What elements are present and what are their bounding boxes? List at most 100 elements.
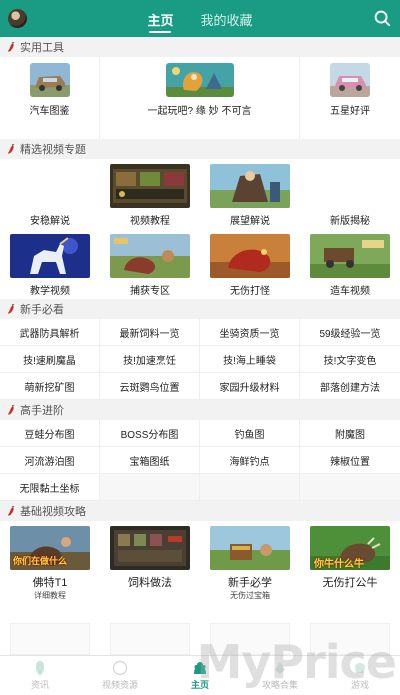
video-label: 无伤打公牛 — [322, 577, 378, 589]
guide-link[interactable]: 钓鱼图 — [200, 420, 300, 447]
nav-label: 视频资源 — [101, 680, 138, 690]
video-thumbnail — [110, 526, 190, 570]
video-sublabel: 详细教程 — [34, 591, 66, 600]
guide-link[interactable]: 家园升级材料 — [200, 373, 300, 400]
guide-link[interactable]: 最新饲料一览 — [100, 319, 200, 346]
video-thumbnail — [110, 234, 190, 278]
header-tabs: 主页 我的收藏 — [0, 0, 400, 37]
main-content[interactable]: 实用工具 汽车图鉴 一起玩吧? 缘 妙 不可言 五星好评 精选视频专题 安稳解说… — [0, 37, 400, 655]
video-label: 造车视频 — [330, 286, 370, 297]
placeholder-cell — [200, 619, 300, 655]
tool-play-together[interactable]: 一起玩吧? 缘 妙 不可言 — [100, 57, 300, 139]
guide-link[interactable]: 坐骑资质一览 — [200, 319, 300, 346]
guide-link[interactable]: 技!加速烹饪 — [100, 346, 200, 373]
video-item[interactable]: 你们在做什么 佛特T1 详细教程 — [0, 521, 100, 619]
guide-link[interactable]: 河流游泊图 — [0, 447, 100, 474]
empty-cell — [100, 474, 200, 501]
placeholder-cell — [300, 619, 400, 655]
game-icon — [355, 663, 365, 673]
section-title-text: 精选视频专题 — [20, 144, 86, 156]
guide-link[interactable]: 技!速刷魔晶 — [0, 346, 100, 373]
nav-item-guides[interactable]: 攻略合集 — [240, 656, 320, 695]
guide-link[interactable]: 无限黏土坐标 — [0, 474, 100, 501]
guide-link[interactable]: 豆蛙分布图 — [0, 420, 100, 447]
featured-video-grid: 安稳解说 视频教程 展望解说 新版揭秘 教学视频 捕获专区 无伤打怪 造车视频 — [0, 159, 400, 299]
video-label: 展望解说 — [230, 216, 270, 227]
guide-link[interactable]: 海鲜钓点 — [200, 447, 300, 474]
video-thumbnail — [310, 234, 390, 278]
placeholder-cell — [100, 619, 200, 655]
video-label: 教学视频 — [30, 286, 70, 297]
guide-link[interactable]: BOSS分布图 — [100, 420, 200, 447]
nav-label: 游戏 — [350, 680, 369, 690]
nav-item-news[interactable]: 资讯 — [0, 656, 80, 695]
video-label: 视频教程 — [130, 216, 170, 227]
search-icon[interactable] — [374, 10, 391, 27]
novice-link-grid: 武器防具解析 最新饲料一览 坐骑资质一览 59级经验一览 技!速刷魔晶 技!加速… — [0, 319, 400, 400]
guide-link[interactable]: 技!海上睡袋 — [200, 346, 300, 373]
video-item[interactable]: 无伤打怪 — [200, 229, 300, 299]
bottom-nav: 资讯 视频资源 主页 攻略合集 游戏 — [0, 655, 400, 695]
video-thumbnail: 你们在做什么 — [10, 526, 90, 570]
nav-item-home[interactable]: 主页 — [160, 656, 240, 695]
nav-item-video[interactable]: 视频资源 — [80, 656, 160, 695]
chili-pepper-icon — [8, 143, 15, 154]
video-item[interactable]: 新版揭秘 — [300, 159, 400, 229]
top-bar: 主页 我的收藏 — [0, 0, 400, 37]
video-item[interactable]: 展望解说 — [200, 159, 300, 229]
video-thumbnail — [10, 234, 90, 278]
tool-five-star[interactable]: 五星好评 — [300, 57, 400, 139]
guide-link[interactable]: 技!文字变色 — [300, 346, 400, 373]
video-item[interactable]: 视频教程 — [100, 159, 200, 229]
chili-pepper-icon — [8, 505, 15, 516]
video-item[interactable]: 造车视频 — [300, 229, 400, 299]
video-label: 捕获专区 — [130, 286, 170, 297]
video-item[interactable]: 捕获专区 — [100, 229, 200, 299]
guide-link[interactable]: 附魔图 — [300, 420, 400, 447]
section-title-novice: 新手必看 — [0, 299, 400, 319]
nav-label: 资讯 — [30, 680, 49, 690]
video-thumbnail: 你牛什么牛 — [310, 526, 390, 570]
guide-link[interactable]: 宝箱图纸 — [100, 447, 200, 474]
section-title-text: 实用工具 — [20, 42, 64, 54]
section-title-featured: 精选视频专题 — [0, 139, 400, 159]
video-thumbnail — [210, 164, 290, 208]
tool-label: 汽车图鉴 — [29, 106, 70, 117]
tool-label: 五星好评 — [330, 106, 370, 117]
tool-car-catalog[interactable]: 汽车图鉴 — [0, 57, 100, 139]
tool-label: 一起玩吧? 缘 妙 不可言 — [147, 106, 252, 117]
tab-home[interactable]: 主页 — [147, 0, 173, 37]
video-item[interactable]: 安稳解说 — [0, 159, 100, 229]
tools-row: 汽车图鉴 一起玩吧? 缘 妙 不可言 五星好评 — [0, 57, 400, 139]
guide-link[interactable]: 部落创建方法 — [300, 373, 400, 400]
video-thumbnail — [210, 526, 290, 570]
section-title-advanced: 高手进阶 — [0, 400, 400, 420]
thumbnail-placeholder — [210, 623, 290, 655]
nav-item-game[interactable]: 游戏 — [320, 656, 400, 695]
guide-link[interactable]: 萌新挖矿图 — [0, 373, 100, 400]
chili-pepper-icon — [8, 303, 15, 314]
section-title-basic: 基础视频攻略 — [0, 501, 400, 521]
placeholder-cell — [0, 619, 100, 655]
thumbnail-placeholder — [110, 623, 190, 655]
section-title-tools: 实用工具 — [0, 37, 400, 57]
pink-car-image — [330, 63, 370, 97]
guide-link[interactable]: 云斑鹦鸟位置 — [100, 373, 200, 400]
video-item[interactable]: 教学视频 — [0, 229, 100, 299]
chili-pepper-icon — [8, 41, 15, 52]
video-thumbnail — [210, 234, 290, 278]
placeholder-row — [0, 619, 400, 655]
tab-favorites[interactable]: 我的收藏 — [201, 0, 253, 37]
video-label: 佛特T1 — [32, 577, 68, 589]
guide-link[interactable]: 辣椒位置 — [300, 447, 400, 474]
guide-link[interactable]: 武器防具解析 — [0, 319, 100, 346]
basic-video-grid: 你们在做什么 佛特T1 详细教程 饲料做法 新手必学 无伤过宝箱 你牛什么牛 无… — [0, 521, 400, 619]
video-item[interactable]: 你牛什么牛 无伤打公牛 — [300, 521, 400, 619]
section-title-text: 基础视频攻略 — [20, 506, 86, 518]
news-icon — [36, 661, 44, 675]
thumbnail-placeholder — [310, 623, 390, 655]
video-item[interactable]: 新手必学 无伤过宝箱 — [200, 521, 300, 619]
guide-link[interactable]: 59级经验一览 — [300, 319, 400, 346]
video-item[interactable]: 饲料做法 — [100, 521, 200, 619]
video-sublabel: 无伤过宝箱 — [230, 591, 270, 600]
